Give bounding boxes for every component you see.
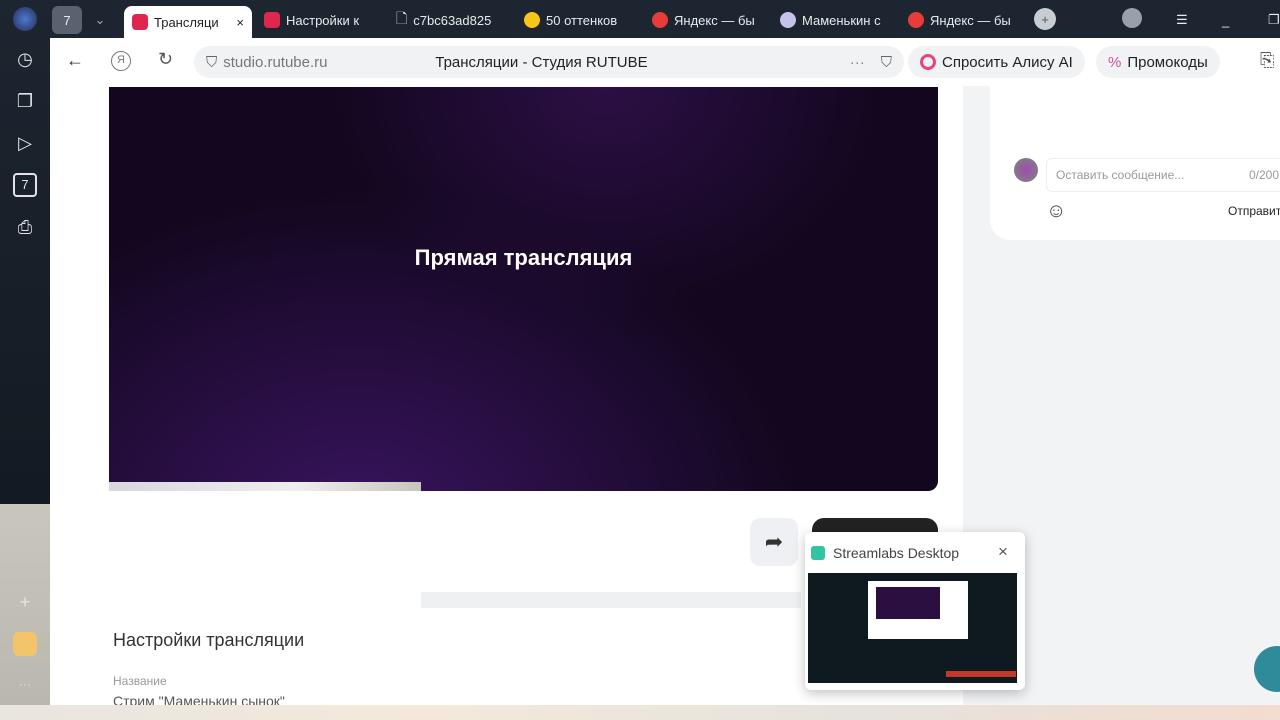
support-chat-button[interactable] (1254, 646, 1280, 692)
video-player[interactable]: Прямая трансляция (109, 87, 938, 491)
rutube-icon (264, 12, 280, 28)
yandex-icon (908, 12, 924, 28)
back-icon[interactable]: ← (66, 50, 84, 71)
url-text: studio.rutube.ru (223, 53, 328, 71)
collections-icon[interactable]: ❐ (13, 89, 37, 113)
extensions-icon[interactable]: ⎘ (1260, 50, 1274, 71)
promo-label: Промокоды (1127, 53, 1208, 71)
play-icon[interactable]: ▷ (13, 131, 37, 155)
divider (421, 592, 801, 608)
tab-label: Трансляци (154, 14, 219, 30)
taskbar (0, 705, 1280, 720)
tab-active[interactable]: Трансляци × (124, 6, 252, 38)
document-icon: 🗋 (396, 10, 408, 26)
tab[interactable]: 50 оттенков (516, 6, 640, 34)
profile-avatar[interactable] (1122, 8, 1142, 28)
tab-label: Яндекс — бы (674, 12, 755, 28)
tab-label: c7bc63ad825 (413, 12, 492, 28)
app-icon[interactable] (13, 632, 37, 656)
alice-button[interactable]: Спросить Алису AI (908, 46, 1085, 78)
tab[interactable]: Яндекс — бы (900, 6, 1024, 34)
alice-label: Спросить Алису AI (942, 53, 1073, 71)
popup-title: Streamlabs Desktop (833, 545, 960, 561)
video-progress[interactable] (109, 482, 421, 491)
thumbnail-browser (868, 581, 968, 639)
reload-icon[interactable]: ↻ (158, 49, 173, 70)
tab[interactable]: Маменькин с (772, 6, 896, 34)
thumbnail-bar (946, 671, 1016, 677)
user-avatar (1014, 158, 1038, 182)
char-counter: 0/200 (1249, 168, 1280, 182)
promo-button[interactable]: % Промокоды (1096, 46, 1220, 78)
tab-label: Яндекс — бы (930, 12, 1011, 28)
tab-list-chevron-icon[interactable]: ⌄ (86, 6, 114, 34)
close-icon[interactable]: × (998, 542, 1008, 562)
chat-panel: Оставить сообщение... 0/200 ☺ Отправить (990, 86, 1280, 240)
close-tab-icon[interactable]: × (236, 15, 244, 30)
chat-placeholder: Оставить сообщение... (1056, 168, 1185, 182)
yandex-icon (652, 12, 668, 28)
bookmark-icon[interactable]: ⛉ (881, 54, 892, 71)
restore-icon[interactable]: ❐ (1260, 6, 1280, 34)
taskbar-preview-popup[interactable]: Streamlabs Desktop × (805, 532, 1025, 690)
play-icon (524, 12, 540, 28)
alice-icon (920, 54, 936, 70)
shield-icon: ⛉ (206, 53, 218, 71)
name-label: Название (113, 674, 167, 688)
minimize-icon[interactable]: _ (1214, 6, 1237, 34)
tab-label: 50 оттенков (546, 12, 618, 28)
tab-label: Настройки к (286, 12, 360, 28)
percent-icon: % (1108, 53, 1122, 71)
calendar-icon[interactable]: 7 (13, 173, 37, 197)
streamlabs-icon (811, 546, 825, 560)
share-button[interactable]: ➦ (750, 518, 798, 566)
url-field[interactable]: ⛉ studio.rutube.ru Трансляции - Студия R… (194, 46, 904, 78)
rutube-icon (132, 14, 148, 30)
more-icon[interactable]: ··· (850, 54, 865, 71)
settings-heading: Настройки трансляции (113, 630, 305, 650)
chat-input[interactable]: Оставить сообщение... 0/200 (1046, 158, 1280, 192)
send-button[interactable]: Отправить (1228, 204, 1280, 218)
screenshot-icon[interactable]: ⎙ (13, 215, 37, 239)
browser-sidebar: ◷ ❐ ▷ 7 ⎙ + ··· (0, 0, 50, 720)
tab[interactable]: Яндекс — бы (644, 6, 768, 34)
tab[interactable]: 🗋 c7bc63ad825 (388, 6, 512, 34)
emoji-icon[interactable]: ☺ (1046, 200, 1066, 223)
tab-bar: 7 ⌄ Трансляци × Настройки к 🗋 c7bc63ad825 … (50, 0, 1280, 38)
window-thumbnail[interactable] (808, 573, 1017, 683)
menu-icon[interactable]: ☰ (1168, 6, 1196, 34)
tab-counter[interactable]: 7 (52, 6, 82, 34)
page-title: Трансляции - Студия RUTUBE (435, 53, 648, 71)
yandex-logo-icon[interactable] (13, 7, 37, 31)
video-title: Прямая трансляция (414, 245, 633, 270)
chat-icon (780, 12, 796, 28)
history-icon[interactable]: ◷ (13, 47, 37, 71)
yandex-icon[interactable]: Я (111, 51, 131, 71)
tab-count: 7 (63, 12, 71, 28)
more-icon[interactable]: ··· (13, 672, 37, 696)
tab-label: Маменькин с (802, 12, 881, 28)
new-tab-button[interactable]: + (1034, 8, 1056, 30)
address-bar: ← Я ↻ ⛉ studio.rutube.ru Трансляции - Ст… (50, 38, 1280, 86)
add-icon[interactable]: + (13, 590, 37, 614)
tab[interactable]: Настройки к (256, 6, 380, 34)
thumbnail-video (876, 587, 940, 619)
